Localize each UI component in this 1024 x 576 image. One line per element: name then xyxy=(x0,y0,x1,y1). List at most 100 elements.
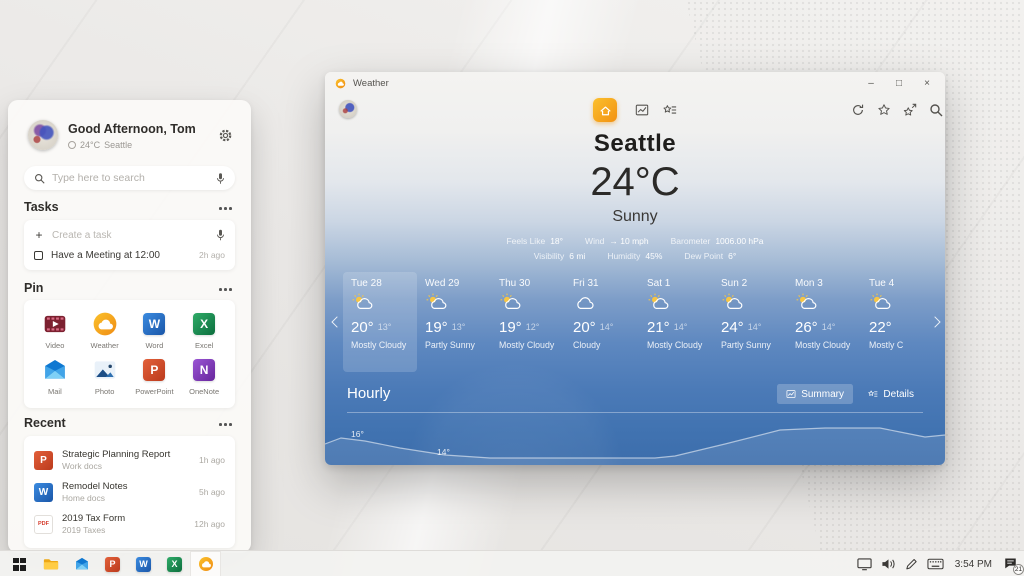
task-checkbox[interactable] xyxy=(34,251,43,260)
word-file-icon xyxy=(34,483,53,502)
detail-value: 6 mi xyxy=(569,251,585,261)
create-task-row[interactable]: + xyxy=(34,225,225,245)
pin-app-weather[interactable]: Weather xyxy=(80,310,130,356)
ink-pen-tray-icon[interactable] xyxy=(905,557,918,571)
taskbar-excel[interactable] xyxy=(159,551,190,576)
forecast-day[interactable]: Thu 30 19°12° Mostly Cloudy xyxy=(491,272,565,372)
partly-sunny-icon xyxy=(795,293,819,311)
search-icon xyxy=(929,103,943,117)
settings-button[interactable] xyxy=(218,128,233,143)
greeting-text: Good Afternoon, Tom xyxy=(68,122,196,136)
day-high: 19° xyxy=(499,319,522,336)
create-task-input[interactable] xyxy=(52,230,208,241)
details-tab[interactable]: Details xyxy=(859,384,923,404)
forecast-day[interactable]: Tue 28 20°13° Mostly Cloudy xyxy=(343,272,417,372)
desktop: Good Afternoon, Tom 24°C Seattle Tasks + xyxy=(0,0,1024,576)
mic-icon[interactable] xyxy=(216,229,225,241)
forecast-day[interactable]: Tue 4 22° Mostly C xyxy=(861,272,935,372)
day-condition: Mostly C xyxy=(869,340,935,350)
tasks-more-icon[interactable] xyxy=(219,206,233,210)
notification-center-button[interactable]: 21 xyxy=(1003,556,1020,572)
pin-app-powerpoint[interactable]: PowerPoint xyxy=(130,356,180,402)
refresh-button[interactable] xyxy=(851,103,865,117)
user-avatar[interactable] xyxy=(28,120,58,150)
pin-app-label: OneNote xyxy=(189,387,219,396)
day-label: Mon 3 xyxy=(795,278,861,289)
start-button[interactable] xyxy=(4,551,35,576)
day-low: 14° xyxy=(822,322,836,332)
forecast-day[interactable]: Sat 1 21°14° Mostly Cloudy xyxy=(639,272,713,372)
tasks-card: + Have a Meeting at 12:00 2h ago xyxy=(24,220,235,270)
pin-app-word[interactable]: Word xyxy=(130,310,180,356)
word-app-icon xyxy=(140,310,168,338)
detail-label: Barometer xyxy=(671,236,711,246)
taskbar-explorer[interactable] xyxy=(35,551,66,576)
weather-details-row: Feels Like18° Wind→ 10 mph Barometer1006… xyxy=(325,236,945,246)
details-label: Details xyxy=(883,389,914,400)
forecast-day[interactable]: Fri 31 20°14° Cloudy xyxy=(565,272,639,372)
weather-app-icon xyxy=(91,310,119,338)
forecast-day[interactable]: Sun 2 24°14° Partly Sunny xyxy=(713,272,787,372)
search-button[interactable] xyxy=(929,103,943,117)
day-high: 26° xyxy=(795,319,818,336)
search-bar[interactable] xyxy=(24,166,235,190)
favorite-places-button[interactable] xyxy=(663,103,677,117)
powerpoint-app-icon xyxy=(105,557,120,572)
pin-app-onenote[interactable]: OneNote xyxy=(179,356,229,402)
day-high: 24° xyxy=(721,319,744,336)
maximize-button[interactable]: □ xyxy=(885,72,913,94)
day-label: Sat 1 xyxy=(647,278,713,289)
window-titlebar[interactable]: Weather xyxy=(325,72,945,94)
day-high: 21° xyxy=(647,319,670,336)
pin-app-photo[interactable]: Photo xyxy=(80,356,130,402)
window-title: Weather xyxy=(353,78,389,89)
chevron-left-icon[interactable] xyxy=(331,316,342,327)
video-app-icon xyxy=(41,310,69,338)
pin-app-video[interactable]: Video xyxy=(30,310,80,356)
day-condition: Mostly Cloudy xyxy=(647,340,713,350)
recent-item-subtitle: 2019 Taxes xyxy=(62,525,185,535)
close-button[interactable]: × xyxy=(913,72,941,94)
tasks-section-title: Tasks xyxy=(24,200,59,214)
minimize-button[interactable]: – xyxy=(857,72,885,94)
search-input[interactable] xyxy=(52,172,209,184)
recent-item[interactable]: Remodel Notes Home docs 5h ago xyxy=(34,476,225,508)
forecast-day[interactable]: Wed 29 19°13° Partly Sunny xyxy=(417,272,491,372)
recent-more-icon[interactable] xyxy=(219,422,233,426)
taskbar-clock[interactable]: 3:54 PM xyxy=(953,559,994,570)
start-panel: Good Afternoon, Tom 24°C Seattle Tasks + xyxy=(8,100,251,553)
task-item[interactable]: Have a Meeting at 12:00 2h ago xyxy=(34,245,225,265)
pin-favorite-button[interactable] xyxy=(903,103,917,117)
favorite-button[interactable] xyxy=(877,103,891,117)
hourly-temperature-chart: 16° 14° xyxy=(325,417,945,465)
mic-icon[interactable] xyxy=(216,172,225,185)
pin-section-title: Pin xyxy=(24,281,43,295)
taskbar-word[interactable] xyxy=(128,551,159,576)
volume-tray-icon[interactable] xyxy=(881,557,896,571)
recent-item[interactable]: 2019 Tax Form 2019 Taxes 12h ago xyxy=(34,508,225,540)
weather-details-row: Visibility6 mi Humidity45% Dew Point6° xyxy=(325,251,945,261)
pin-app-label: Excel xyxy=(195,341,213,350)
forecast-day[interactable]: Mon 3 26°14° Mostly Cloudy xyxy=(787,272,861,372)
taskbar-weather-active[interactable] xyxy=(190,551,221,576)
history-chart-button[interactable] xyxy=(635,103,649,117)
recent-section-title: Recent xyxy=(24,416,66,430)
city-name: Seattle xyxy=(325,130,945,158)
profile-avatar[interactable] xyxy=(339,100,357,118)
pin-more-icon[interactable] xyxy=(219,287,233,291)
taskbar-mail[interactable] xyxy=(66,551,97,576)
pin-app-excel[interactable]: Excel xyxy=(179,310,229,356)
partly-sunny-icon xyxy=(869,293,893,311)
recent-item[interactable]: Strategic Planning Report Work docs 1h a… xyxy=(34,444,225,476)
taskbar-powerpoint[interactable] xyxy=(97,551,128,576)
touch-keyboard-tray-icon[interactable] xyxy=(927,557,944,571)
detail-label: Dew Point xyxy=(684,251,723,261)
display-tray-icon[interactable] xyxy=(857,557,872,571)
powerpoint-file-icon xyxy=(34,451,53,470)
mini-weather-icon xyxy=(68,141,76,149)
pin-app-mail[interactable]: Mail xyxy=(30,356,80,402)
summary-tab[interactable]: Summary xyxy=(777,384,853,404)
hourly-title: Hourly xyxy=(347,385,390,402)
recent-item-time: 12h ago xyxy=(194,519,225,529)
home-button[interactable] xyxy=(593,98,617,122)
